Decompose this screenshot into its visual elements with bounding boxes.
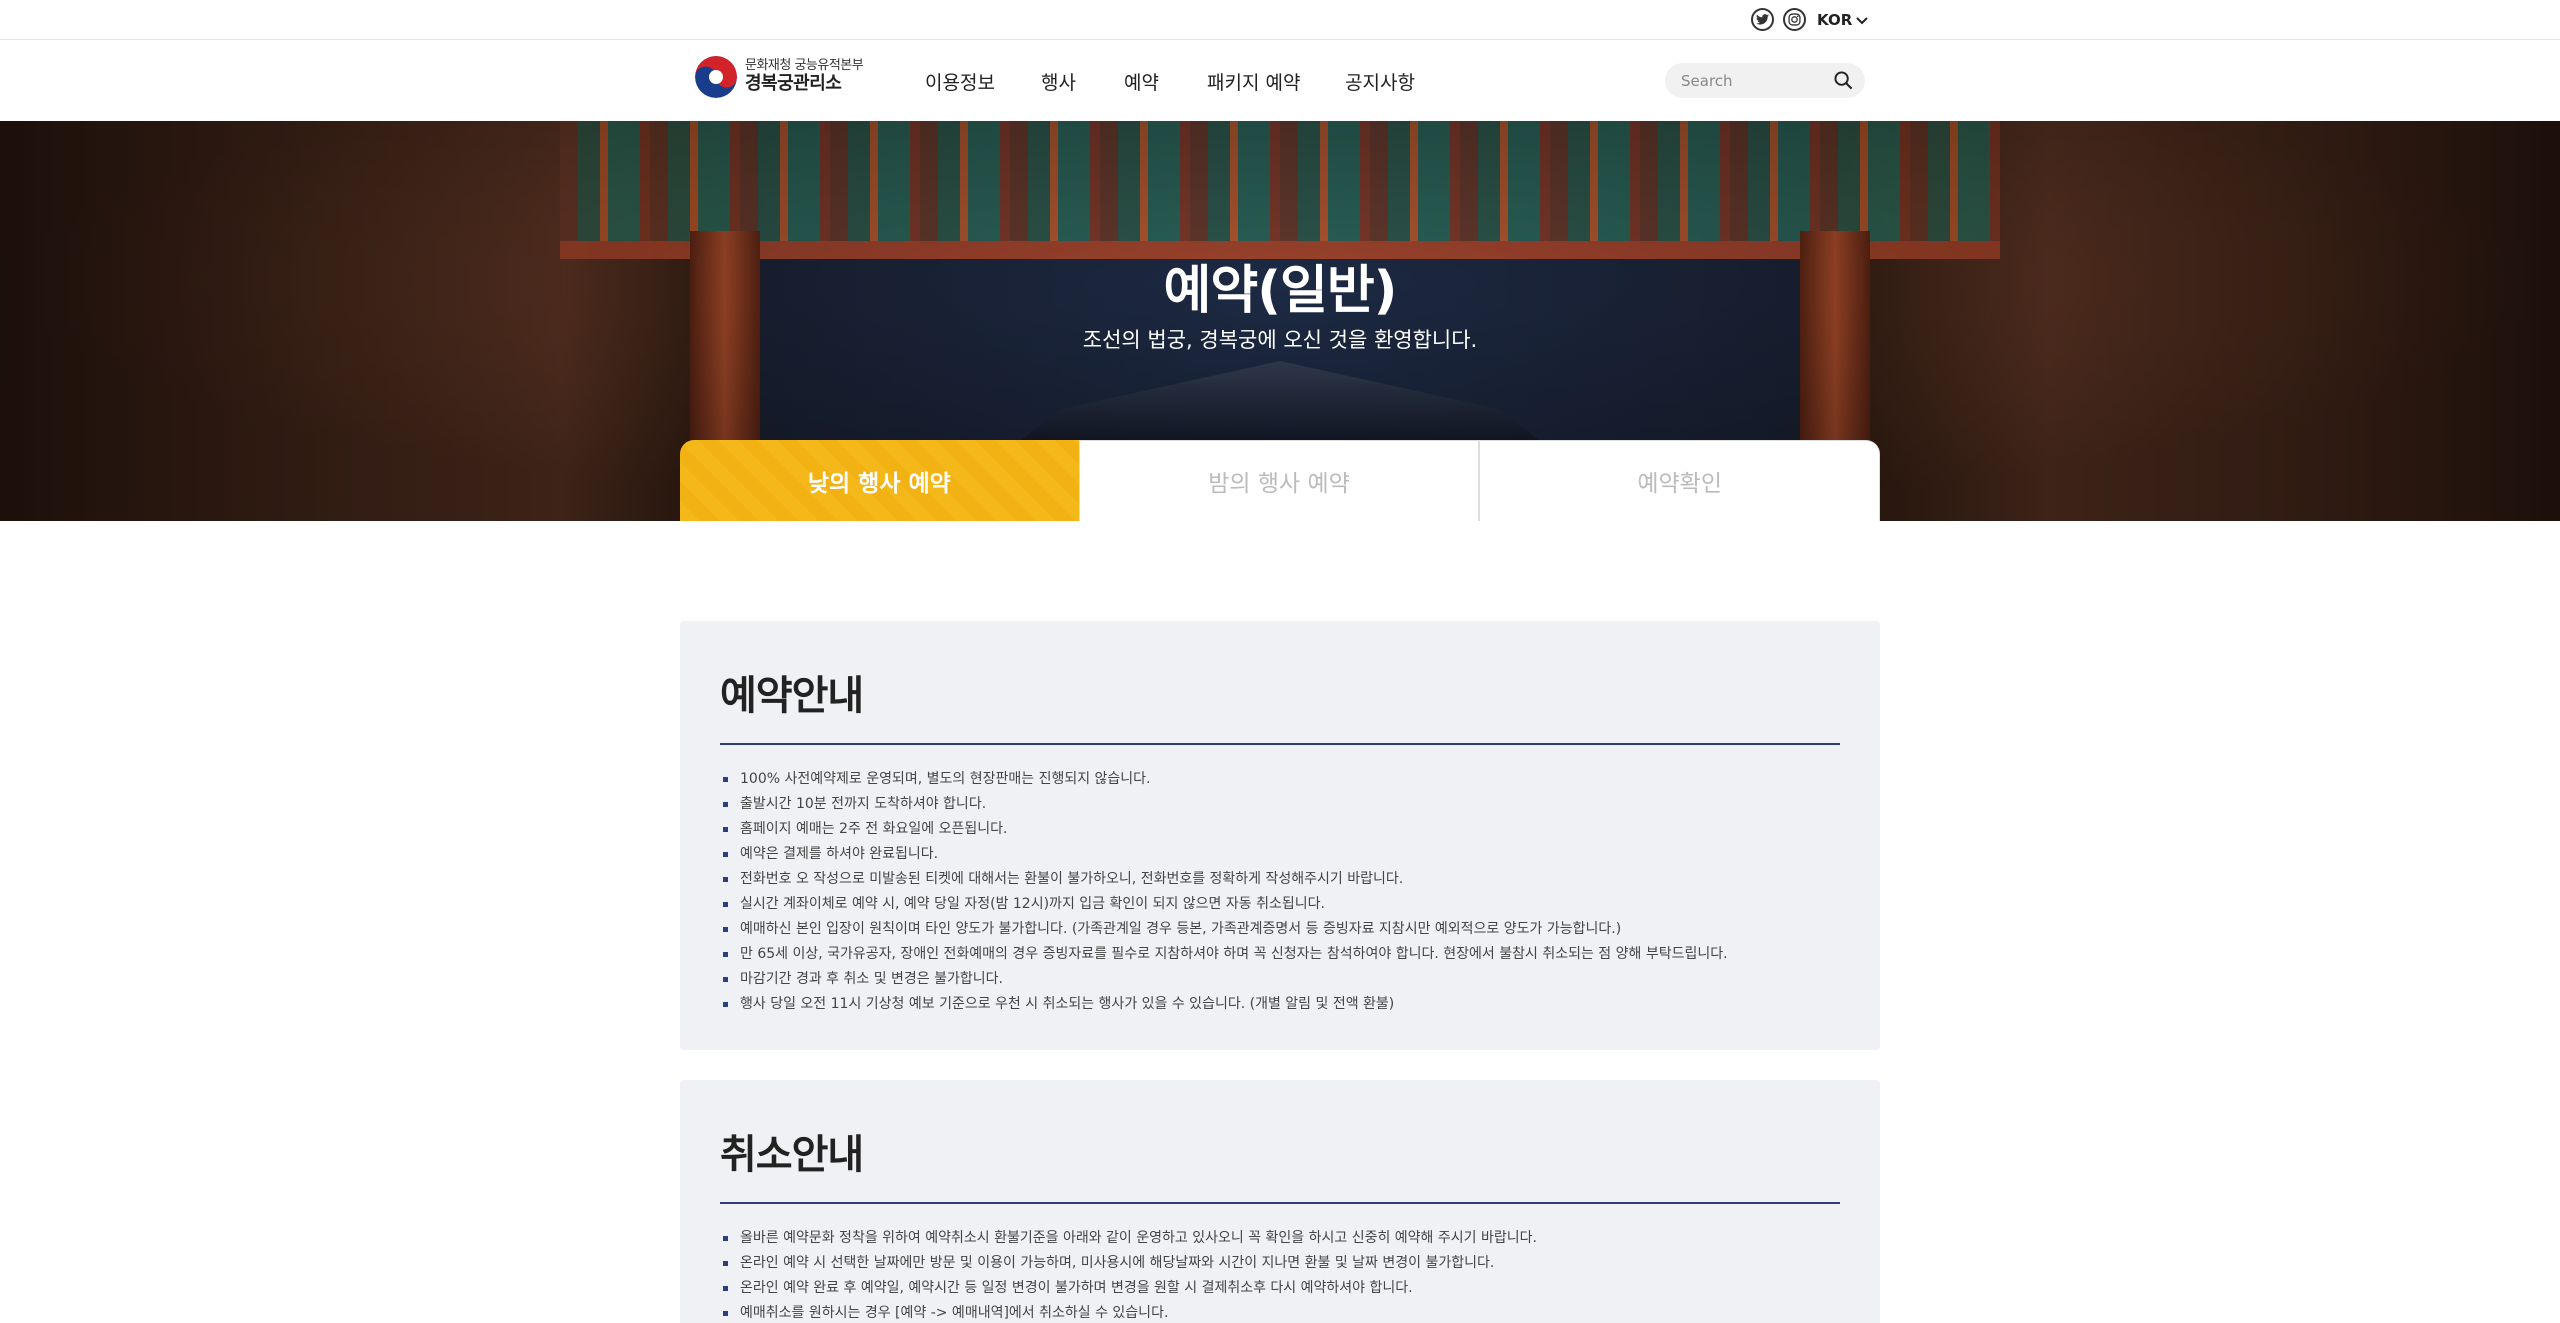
nav-usage-info[interactable]: 이용정보: [925, 68, 995, 95]
search-input[interactable]: [1681, 71, 1831, 90]
reservation-info-list: 100% 사전예약제로 운영되며, 별도의 현장판매는 진행되지 않습니다. 출…: [720, 767, 1840, 1017]
list-item: 홈페이지 예매는 2주 전 화요일에 오픈됩니다.: [720, 817, 1840, 842]
search-icon[interactable]: [1834, 71, 1853, 94]
list-item: 온라인 예약 시 선택한 날짜에만 방문 및 이용이 가능하며, 미사용시에 해…: [720, 1251, 1840, 1276]
chevron-down-icon: [1856, 11, 1868, 29]
list-item: 온라인 예약 완료 후 예약일, 예약시간 등 일정 변경이 불가하며 변경을 …: [720, 1276, 1840, 1301]
tab-day-event-reservation[interactable]: 낮의 행사 예약: [680, 440, 1079, 521]
nav-events[interactable]: 행사: [1041, 68, 1076, 95]
list-item: 예매취소를 원하시는 경우 [예약 -> 예매내역]에서 취소하실 수 있습니다…: [720, 1301, 1840, 1323]
language-selector[interactable]: KOR: [1817, 11, 1868, 29]
logo-subtitle: 문화재청 궁능유적본부: [745, 58, 864, 74]
list-item: 행사 당일 오전 11시 기상청 예보 기준으로 우천 시 취소되는 행사가 있…: [720, 992, 1840, 1017]
nav-notices[interactable]: 공지사항: [1345, 68, 1415, 95]
search-box: [1665, 63, 1865, 98]
cancel-info-title: 취소안내: [720, 1122, 1840, 1204]
list-item: 만 65세 이상, 국가유공자, 장애인 전화예매의 경우 증빙자료를 필수로 …: [720, 942, 1840, 967]
reservation-info-box: 예약안내 100% 사전예약제로 운영되며, 별도의 현장판매는 진행되지 않습…: [680, 621, 1880, 1050]
list-item: 올바른 예약문화 정착을 위하여 예약취소시 환불기준을 아래와 같이 운영하고…: [720, 1226, 1840, 1251]
page-title: 예약(일반): [1163, 261, 1398, 321]
utility-bar: KOR: [0, 0, 2560, 40]
main-header: 문화재청 궁능유적본부 경복궁관리소 이용정보 행사 예약 패키지 예약 공지사…: [0, 40, 2560, 121]
nav-package-reservation[interactable]: 패키지 예약: [1207, 68, 1300, 95]
taegeuk-logo-icon: [695, 56, 737, 98]
list-item: 예매하신 본인 입장이 원칙이며 타인 양도가 불가합니다. (가족관계일 경우…: [720, 917, 1840, 942]
list-item: 실시간 계좌이체로 예약 시, 예약 당일 자정(밤 12시)까지 입금 확인이…: [720, 892, 1840, 917]
logo-title: 경복궁관리소: [745, 73, 842, 95]
reservation-info-title: 예약안내: [720, 663, 1840, 745]
cancel-info-list: 올바른 예약문화 정착을 위하여 예약취소시 환불기준을 아래와 같이 운영하고…: [720, 1226, 1840, 1323]
list-item: 마감기간 경과 후 취소 및 변경은 불가합니다.: [720, 967, 1840, 992]
list-item: 출발시간 10분 전까지 도착하셔야 합니다.: [720, 792, 1840, 817]
list-item: 예약은 결제를 하셔야 완료됩니다.: [720, 842, 1840, 867]
cancel-info-box: 취소안내 올바른 예약문화 정착을 위하여 예약취소시 환불기준을 아래와 같이…: [680, 1080, 1880, 1323]
list-item: 전화번호 오 작성으로 미발송된 티켓에 대해서는 환불이 불가하오니, 전화번…: [720, 867, 1840, 892]
list-item: 100% 사전예약제로 운영되며, 별도의 현장판매는 진행되지 않습니다.: [720, 767, 1840, 792]
tab-night-event-reservation[interactable]: 밤의 행사 예약: [1078, 440, 1480, 521]
tab-reservation-check[interactable]: 예약확인: [1479, 440, 1881, 521]
page-subtitle: 조선의 법궁, 경복궁에 오신 것을 환영합니다.: [1082, 328, 1478, 352]
twitter-icon[interactable]: [1751, 8, 1774, 31]
language-label: KOR: [1817, 11, 1853, 29]
site-logo[interactable]: 문화재청 궁능유적본부 경복궁관리소: [695, 56, 864, 98]
reservation-tabs: 낮의 행사 예약 밤의 행사 예약 예약확인: [680, 440, 1881, 521]
nav-reservation[interactable]: 예약: [1124, 68, 1159, 95]
instagram-icon[interactable]: [1783, 8, 1806, 31]
